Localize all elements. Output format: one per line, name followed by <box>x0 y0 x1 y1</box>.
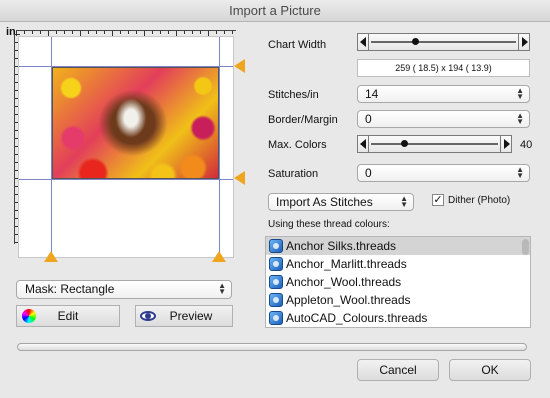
ruler-tick <box>168 31 169 34</box>
slider-track <box>371 143 498 145</box>
list-item[interactable]: Anchor_Marlitt.threads <box>266 255 530 273</box>
preview-button-label: Preview <box>169 309 213 323</box>
border-margin-label: Border/Margin <box>268 114 338 126</box>
max-colors-value: 40 <box>520 139 533 151</box>
ruler-tick <box>160 31 161 34</box>
ruler-tick <box>128 31 129 34</box>
stitches-per-in-select[interactable]: 14 ▲ ▼ <box>357 85 530 103</box>
chevron-updown-icon: ▲ ▼ <box>516 86 524 101</box>
cancel-button-label: Cancel <box>379 363 417 377</box>
thread-file-icon <box>269 275 283 289</box>
ok-button-label: OK <box>481 363 499 377</box>
ruler-tick <box>72 31 73 34</box>
thread-list-heading: Using these thread colours: <box>268 219 390 230</box>
thread-file-icon <box>269 293 283 307</box>
list-item-label: Anchor Silks.threads <box>286 239 397 253</box>
max-colors-label: Max. Colors <box>268 139 327 151</box>
edit-button-label: Edit <box>57 309 79 323</box>
slider-right-arrow-icon[interactable] <box>518 34 529 50</box>
mask-select[interactable]: Mask: Rectangle ▲ ▼ <box>16 280 232 299</box>
chevron-updown-icon: ▲ ▼ <box>516 111 524 126</box>
max-colors-slider[interactable] <box>357 135 512 153</box>
list-item-label: Anchor_Marlitt.threads <box>286 257 407 271</box>
ruler-tick <box>192 31 193 34</box>
ok-button[interactable]: OK <box>449 359 531 381</box>
ruler-tick <box>184 31 185 34</box>
import-progress-bar <box>17 343 527 351</box>
slider-left-arrow-icon[interactable] <box>358 136 369 152</box>
ruler-tick <box>24 31 25 34</box>
edit-button[interactable]: Edit <box>16 305 120 327</box>
crop-handle-left[interactable] <box>44 251 58 262</box>
ruler-tick <box>216 31 217 34</box>
window-title: Import a Picture <box>0 0 550 22</box>
mask-select-value: Mask: Rectangle <box>25 282 115 296</box>
image-preview-canvas[interactable] <box>18 36 234 258</box>
slider-thumb[interactable] <box>401 140 408 147</box>
saturation-label: Saturation <box>268 168 319 180</box>
slider-thumb[interactable] <box>412 38 420 45</box>
chevron-updown-icon: ▲ ▼ <box>400 194 408 209</box>
ruler-tick <box>200 31 201 34</box>
import-mode-value: Import As Stitches <box>276 195 373 209</box>
stitches-per-in-value: 14 <box>365 87 379 101</box>
saturation-select[interactable]: 0 ▲ ▼ <box>357 164 530 182</box>
stitches-per-in-label: Stitches/in <box>268 89 319 101</box>
ruler-tick <box>96 31 97 34</box>
ruler-tick <box>136 31 137 34</box>
list-item[interactable]: Anchor_Wool.threads <box>266 273 530 291</box>
chevron-updown-icon: ▲ ▼ <box>218 281 226 296</box>
thread-file-icon <box>269 239 283 253</box>
slider-left-arrow-icon[interactable] <box>358 34 369 50</box>
border-margin-value: 0 <box>365 112 372 126</box>
cancel-button[interactable]: Cancel <box>357 359 439 381</box>
ruler-tick <box>224 31 225 34</box>
ruler-tick <box>104 31 105 34</box>
chart-dimensions-readout: 259 ( 18.5) x 194 ( 13.9) <box>357 59 530 77</box>
ruler-tick <box>15 34 20 35</box>
saturation-value: 0 <box>365 166 372 180</box>
list-item-label: Appleton_Wool.threads <box>286 293 411 307</box>
chevron-updown-icon: ▲ ▼ <box>516 165 524 180</box>
crop-handle-bottom[interactable] <box>234 171 245 185</box>
ruler-tick <box>232 31 233 34</box>
slider-track <box>371 41 516 43</box>
eye-icon <box>140 311 156 321</box>
list-item-label: Anchor_Wool.threads <box>286 275 402 289</box>
color-wheel-icon <box>22 309 36 323</box>
chart-width-label: Chart Width <box>268 39 327 51</box>
list-item[interactable]: AutoCAD_Colours.threads <box>266 309 530 327</box>
list-item-label: AutoCAD_Colours.threads <box>286 311 428 325</box>
imported-picture <box>52 67 219 179</box>
ruler-tick <box>120 31 121 34</box>
border-margin-select[interactable]: 0 ▲ ▼ <box>357 110 530 128</box>
ruler-tick <box>64 31 65 34</box>
ruler-tick <box>56 31 57 34</box>
crop-handle-top[interactable] <box>234 59 245 73</box>
ruler-tick <box>40 31 41 34</box>
scrollbar-thumb[interactable] <box>522 239 529 255</box>
ruler-tick <box>88 31 89 34</box>
thread-list-scrollbar[interactable] <box>521 239 529 325</box>
import-mode-select[interactable]: Import As Stitches ▲ ▼ <box>268 193 414 211</box>
dither-checkbox[interactable]: ✓ <box>432 194 444 206</box>
chart-width-slider[interactable] <box>357 33 530 51</box>
thread-file-icon <box>269 257 283 271</box>
ruler-tick <box>152 31 153 34</box>
list-item[interactable]: Appleton_Wool.threads <box>266 291 530 309</box>
dither-label: Dither (Photo) <box>448 195 511 206</box>
ruler-tick <box>32 31 33 34</box>
crop-guide-right <box>219 37 220 257</box>
crop-handle-right[interactable] <box>212 251 226 262</box>
list-item[interactable]: Anchor Silks.threads <box>266 237 530 255</box>
thread-list[interactable]: Anchor Silks.threads Anchor_Marlitt.thre… <box>265 236 531 328</box>
preview-button[interactable]: Preview <box>135 305 233 327</box>
slider-right-arrow-icon[interactable] <box>500 136 511 152</box>
thread-file-icon <box>269 311 283 325</box>
